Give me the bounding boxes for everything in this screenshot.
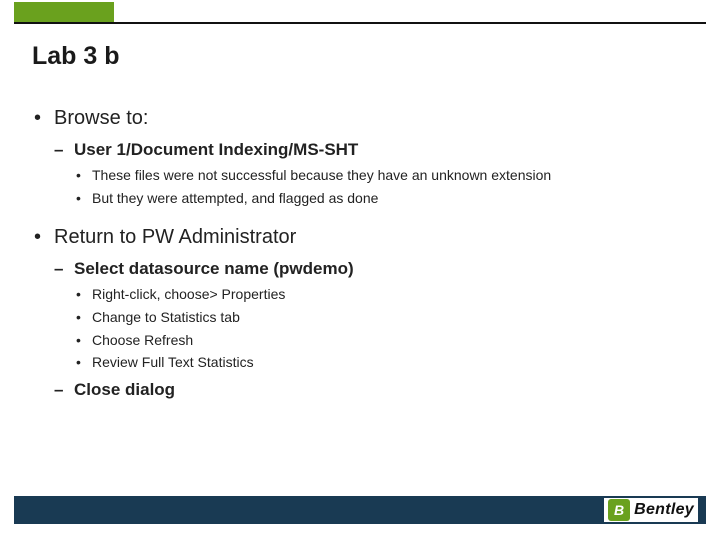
bullet-list: Browse to: User 1/Document Indexing/MS-S… xyxy=(32,107,688,400)
list-item: Right-click, choose> Properties xyxy=(74,285,688,304)
slide: Lab 3 b Browse to: User 1/Document Index… xyxy=(0,0,720,540)
accent-bar xyxy=(14,2,114,22)
logo-mark-letter: B xyxy=(614,502,624,518)
bullet-text: Review Full Text Statistics xyxy=(92,354,254,370)
list-item: Return to PW Administrator Select dataso… xyxy=(32,226,688,401)
bullet-text: These files were not successful because … xyxy=(92,167,551,183)
bullet-text: Return to PW Administrator xyxy=(54,226,296,248)
logo-mark-icon: B xyxy=(608,499,630,521)
bullet-text: Choose Refresh xyxy=(92,332,193,348)
list-item: User 1/Document Indexing/MS-SHT These fi… xyxy=(54,140,688,208)
content-area: Lab 3 b Browse to: User 1/Document Index… xyxy=(32,42,688,410)
top-rule xyxy=(14,22,706,24)
footer-bar xyxy=(14,496,706,524)
bullet-text: Browse to: xyxy=(54,107,148,129)
list-item: Close dialog xyxy=(54,380,688,400)
logo-text: Bentley xyxy=(634,501,694,519)
list-item: Review Full Text Statistics xyxy=(74,353,688,372)
list-item: These files were not successful because … xyxy=(74,166,688,185)
brand-logo: B Bentley xyxy=(604,498,698,522)
bullet-text: User 1/Document Indexing/MS-SHT xyxy=(74,140,358,159)
bullet-text: But they were attempted, and flagged as … xyxy=(92,190,378,206)
bullet-text: Select datasource name (pwdemo) xyxy=(74,259,354,278)
list-item: But they were attempted, and flagged as … xyxy=(74,189,688,208)
list-item: Browse to: User 1/Document Indexing/MS-S… xyxy=(32,107,688,208)
list-item: Choose Refresh xyxy=(74,331,688,350)
bullet-text: Change to Statistics tab xyxy=(92,309,240,325)
list-item: Select datasource name (pwdemo) Right-cl… xyxy=(54,259,688,373)
bullet-text: Close dialog xyxy=(74,380,175,399)
bullet-text: Right-click, choose> Properties xyxy=(92,286,285,302)
slide-title: Lab 3 b xyxy=(32,42,688,71)
list-item: Change to Statistics tab xyxy=(74,308,688,327)
